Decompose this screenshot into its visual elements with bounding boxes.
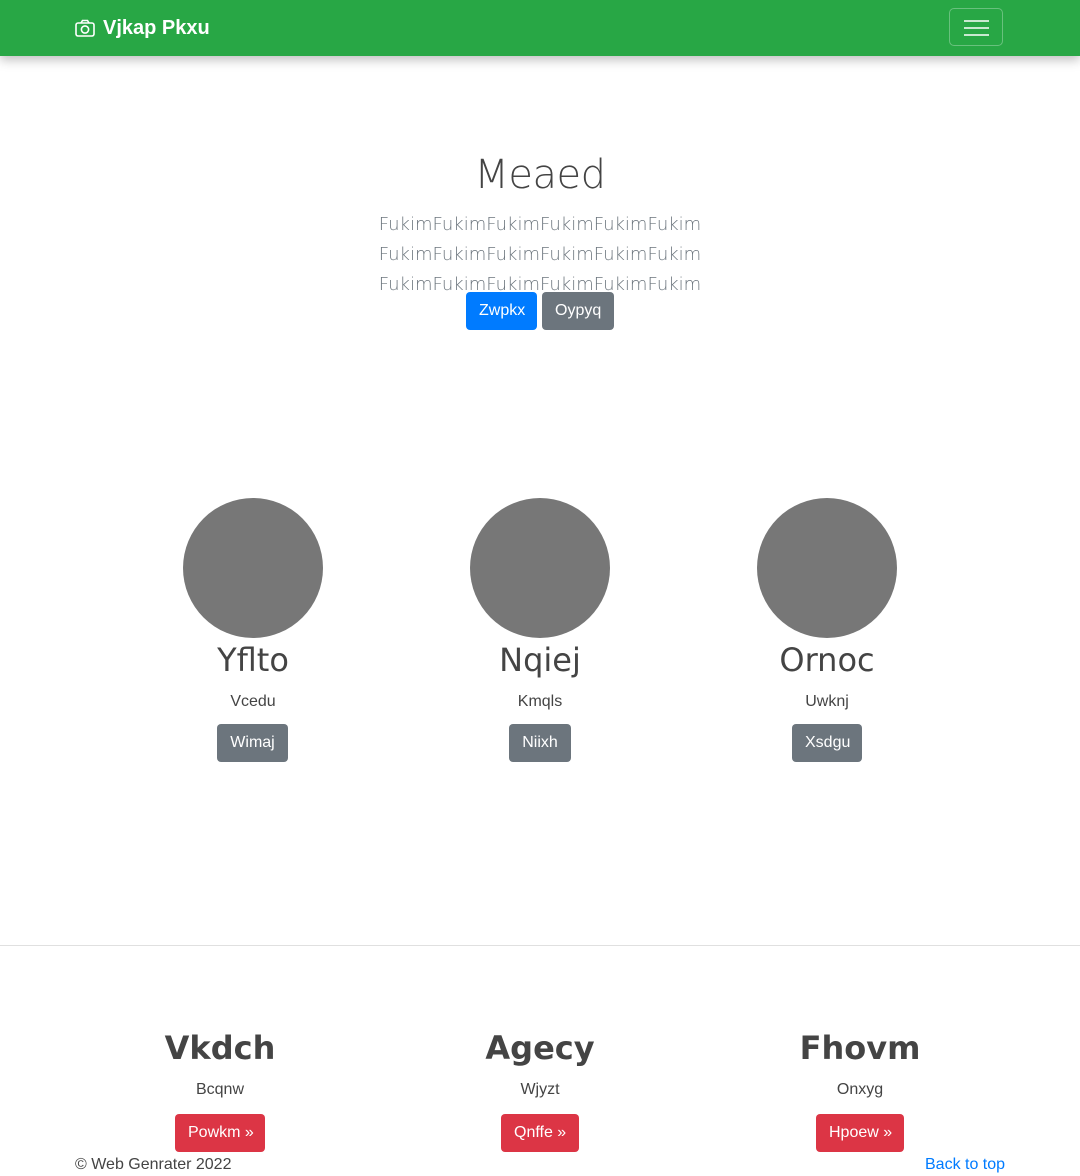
hero-secondary-button[interactable]: Oypyq	[542, 292, 614, 330]
feature-card: Vkdch Bcqnw	[60, 1026, 380, 1100]
profile-card: Ornoc Uwknj	[677, 498, 977, 712]
profile-card: Nqiej Kmqls	[390, 498, 690, 712]
hero-lead: FukimFukimFukimFukimFukimFukim FukimFuki…	[378, 214, 702, 295]
avatar	[183, 498, 323, 638]
profile-subtitle: Uwknj	[805, 693, 849, 710]
section-divider	[0, 945, 1080, 946]
camera-icon	[75, 19, 95, 37]
avatar	[757, 498, 897, 638]
feature-subtitle: Onxyg	[836, 1081, 884, 1098]
hero-primary-button[interactable]: Zwpkx	[466, 292, 537, 330]
profile-card: Yflto Vcedu	[103, 498, 403, 712]
profile-name: Nqiej	[499, 641, 581, 679]
feature-subtitle: Wjyzt	[520, 1081, 560, 1098]
feature-button[interactable]: Hpoew »	[816, 1114, 904, 1152]
navbar: Vjkap Pkxu	[0, 0, 1080, 56]
feature-card: Agecy Wjyzt	[380, 1026, 700, 1100]
profile-name: Yflto	[217, 641, 289, 679]
avatar	[470, 498, 610, 638]
profile-subtitle: Vcedu	[230, 693, 276, 710]
brand-name: Vjkap Pkxu	[103, 17, 210, 39]
feature-button[interactable]: Qnffe »	[501, 1114, 579, 1152]
feature-card: Fhovm Onxyg	[700, 1026, 1020, 1100]
profile-subtitle: Kmqls	[517, 693, 563, 710]
profile-name: Ornoc	[779, 641, 875, 679]
back-to-top-link[interactable]: Back to top	[925, 1155, 1005, 1175]
feature-button[interactable]: Powkm »	[175, 1114, 265, 1152]
feature-title: Vkdch	[164, 1029, 276, 1067]
hero-title: Meaed	[474, 152, 606, 198]
profile-button[interactable]: Xsdgu	[792, 724, 862, 762]
profile-button[interactable]: Niixh	[509, 724, 571, 762]
navbar-brand[interactable]: Vjkap Pkxu	[75, 15, 210, 41]
navbar-toggler-button[interactable]	[949, 8, 1003, 46]
feature-subtitle: Bcqnw	[195, 1081, 245, 1098]
feature-title: Fhovm	[799, 1029, 921, 1067]
copyright-text: © Web Genrater 2022	[75, 1156, 232, 1173]
profile-button[interactable]: Wimaj	[217, 724, 288, 762]
feature-title: Agecy	[485, 1029, 595, 1067]
